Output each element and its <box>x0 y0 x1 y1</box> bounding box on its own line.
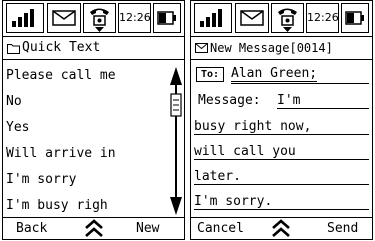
message-body-line: busy right now, <box>191 119 372 143</box>
envelope-icon <box>195 43 208 53</box>
battery-icon <box>153 3 181 33</box>
scroll-up-arrow-icon[interactable] <box>170 67 182 85</box>
message-label: Message: <box>198 93 261 108</box>
battery-icon <box>341 3 369 33</box>
message-text[interactable]: busy right now, <box>194 119 369 135</box>
back-softkey[interactable]: Back <box>16 221 47 236</box>
message-text[interactable]: I'm sorry. <box>194 194 369 210</box>
list-item[interactable]: I'm sorry <box>6 167 156 193</box>
message-body-line: Message: I'm <box>191 93 372 117</box>
screen-header: New Message[0014] <box>191 36 372 60</box>
list-item[interactable]: No <box>6 89 156 115</box>
clock: 12:26 <box>306 3 339 33</box>
envelope-icon <box>235 3 269 33</box>
page-title: Quick Text <box>22 40 101 55</box>
message-body-line: later. <box>191 169 372 193</box>
list-item[interactable]: Please call me <box>6 63 156 89</box>
message-text[interactable]: will call you <box>194 144 369 160</box>
recipient-field[interactable]: Alan Green; <box>231 66 318 82</box>
telephone-icon <box>83 3 116 33</box>
message-body-line: I'm sorry. <box>191 194 372 218</box>
message-body-line: will call you <box>191 144 372 168</box>
envelope-icon <box>47 3 81 33</box>
page-title: New Message[0014] <box>210 41 333 55</box>
screen-header: Quick Text <box>3 36 184 60</box>
quick-text-screen: 12:26 Quick Text Please call me No Yes W… <box>2 0 185 240</box>
status-bar: 12:26 <box>3 1 184 35</box>
telephone-icon <box>271 3 304 33</box>
scrollbar[interactable] <box>169 65 183 217</box>
double-chevron-up-icon[interactable] <box>270 219 292 238</box>
new-message-screen: 12:26 New Message[0014] To: Alan Green; … <box>190 0 373 240</box>
status-bar: 12:26 <box>191 1 372 35</box>
list-item[interactable]: Will arrive in <box>6 141 156 167</box>
signal-strength-icon <box>6 3 44 33</box>
to-label: To: <box>196 67 224 82</box>
scroll-down-arrow-icon[interactable] <box>170 197 182 215</box>
folder-icon <box>7 44 20 54</box>
cancel-softkey[interactable]: Cancel <box>197 221 244 236</box>
list-item[interactable]: I'm busy righ <box>6 193 156 219</box>
message-text[interactable]: I'm <box>277 93 369 109</box>
send-softkey[interactable]: Send <box>327 221 358 236</box>
softkey-bar: Cancel Send <box>191 217 372 239</box>
softkey-bar: Back New <box>3 217 184 239</box>
list-item[interactable]: Yes <box>6 115 156 141</box>
clock: 12:26 <box>118 3 151 33</box>
message-text[interactable]: later. <box>194 169 369 185</box>
new-softkey[interactable]: New <box>136 221 159 236</box>
signal-strength-icon <box>194 3 232 33</box>
double-chevron-up-icon[interactable] <box>83 219 105 238</box>
